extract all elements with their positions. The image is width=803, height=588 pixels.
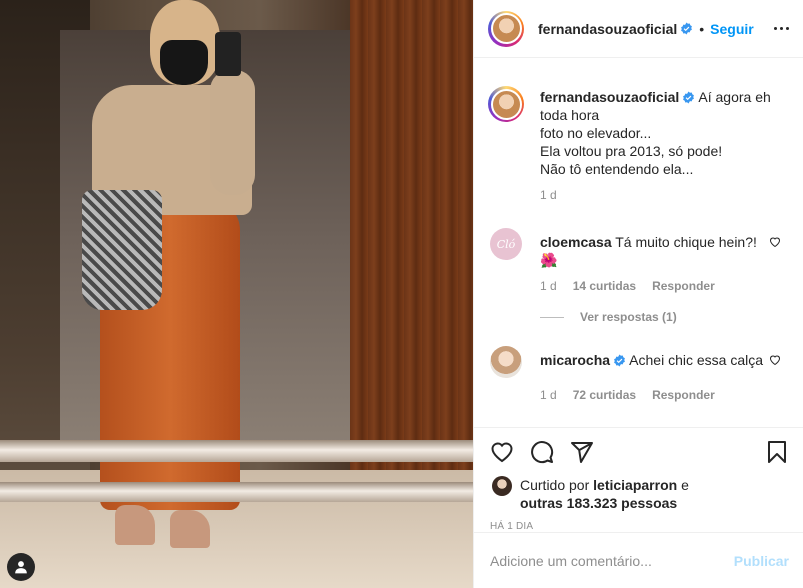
figure-phone xyxy=(215,32,241,76)
caption-line: foto no elevador... xyxy=(540,125,652,141)
liker-username[interactable]: leticiaparron xyxy=(593,477,677,493)
author-username[interactable]: fernandasouzaoficial xyxy=(538,21,677,37)
separator-dot: • xyxy=(699,20,705,37)
comment-text: cloemcasa Tá muito chique hein?! 🌺 xyxy=(540,233,765,269)
post-sidebar: fernandasouzaoficial • Seguir fernandaso… xyxy=(473,0,803,588)
verified-icon xyxy=(614,354,625,367)
comment-like-icon[interactable] xyxy=(769,354,781,366)
post-caption: fernandasouzaoficial Aí agora eh toda ho… xyxy=(488,86,789,178)
verified-icon xyxy=(681,22,693,35)
handrail xyxy=(0,482,473,502)
publish-button[interactable]: Publicar xyxy=(734,553,789,569)
likes-summary: Curtido por leticiaparron e outras 183.3… xyxy=(490,476,789,512)
commenter-username[interactable]: cloemcasa xyxy=(540,234,612,250)
post-header: fernandasouzaoficial • Seguir xyxy=(474,0,803,58)
view-replies-button[interactable]: Ver respostas (1) xyxy=(540,310,789,324)
heart-icon[interactable] xyxy=(490,440,514,464)
reply-button[interactable]: Responder xyxy=(652,279,715,293)
comment-input[interactable] xyxy=(490,552,734,569)
comments-list[interactable]: fernandasouzaoficial Aí agora eh toda ho… xyxy=(474,59,803,427)
more-options-icon[interactable] xyxy=(774,27,789,30)
figure-shoe xyxy=(115,505,155,545)
author-avatar[interactable] xyxy=(488,10,524,47)
instagram-post: fernandasouzaoficial • Seguir fernandaso… xyxy=(0,0,803,588)
commenter-avatar[interactable]: Cló xyxy=(490,228,522,260)
comment-item: Cló cloemcasa Tá muito chique hein?! 🌺 xyxy=(488,228,789,269)
action-icons xyxy=(490,438,789,466)
share-icon[interactable] xyxy=(570,440,594,464)
caption-text: fernandasouzaoficial Aí agora eh toda ho… xyxy=(540,88,780,178)
figure-bag xyxy=(82,190,162,310)
post-age[interactable]: HÁ 1 DIA xyxy=(490,521,789,532)
commenter-avatar[interactable] xyxy=(490,346,522,378)
caption-line: Ela voltou pra 2013, só pode! xyxy=(540,143,723,159)
comment-time[interactable]: 1 d xyxy=(540,279,557,293)
comment-icon[interactable] xyxy=(530,440,554,464)
follow-button[interactable]: Seguir xyxy=(710,21,754,37)
handrail xyxy=(0,440,473,462)
comment-meta: 1 d 72 curtidas Responder xyxy=(540,388,789,402)
reply-button[interactable]: Responder xyxy=(652,388,715,402)
post-photo[interactable] xyxy=(0,0,473,588)
verified-icon xyxy=(683,91,695,104)
user-tag-button[interactable] xyxy=(7,553,35,581)
comment-text: micarocha Achei chic essa calça xyxy=(540,351,765,378)
comment-like-icon[interactable] xyxy=(769,236,781,248)
likes-count[interactable]: outras 183.323 pessoas xyxy=(520,495,677,511)
commenter-username[interactable]: micarocha xyxy=(540,352,610,368)
author-avatar[interactable] xyxy=(488,86,524,122)
add-comment-bar: Publicar xyxy=(474,532,803,588)
user-tag-icon xyxy=(15,561,27,574)
comment-item: micarocha Achei chic essa calça xyxy=(488,346,789,378)
caption-line: Não tô entendendo ela... xyxy=(540,161,694,177)
figure-shoe xyxy=(170,510,210,548)
figure-mask xyxy=(160,40,208,85)
view-replies-label: Ver respostas (1) xyxy=(580,310,677,324)
likes-prefix: Curtido por xyxy=(520,477,590,493)
comment-likes[interactable]: 72 curtidas xyxy=(573,388,636,402)
comment-likes[interactable]: 14 curtidas xyxy=(573,279,636,293)
caption-username[interactable]: fernandasouzaoficial xyxy=(540,89,679,105)
comment-meta: 1 d 14 curtidas Responder xyxy=(540,279,789,293)
post-actions: Curtido por leticiaparron e outras 183.3… xyxy=(474,427,803,532)
likes-conjunction: e xyxy=(681,477,689,493)
bookmark-icon[interactable] xyxy=(765,440,789,464)
caption-timestamp[interactable]: 1 d xyxy=(540,188,789,202)
liker-avatar[interactable] xyxy=(492,476,512,496)
figure-arm xyxy=(210,70,255,195)
comment-time[interactable]: 1 d xyxy=(540,388,557,402)
comment-body: Achei chic essa calça xyxy=(629,352,764,368)
